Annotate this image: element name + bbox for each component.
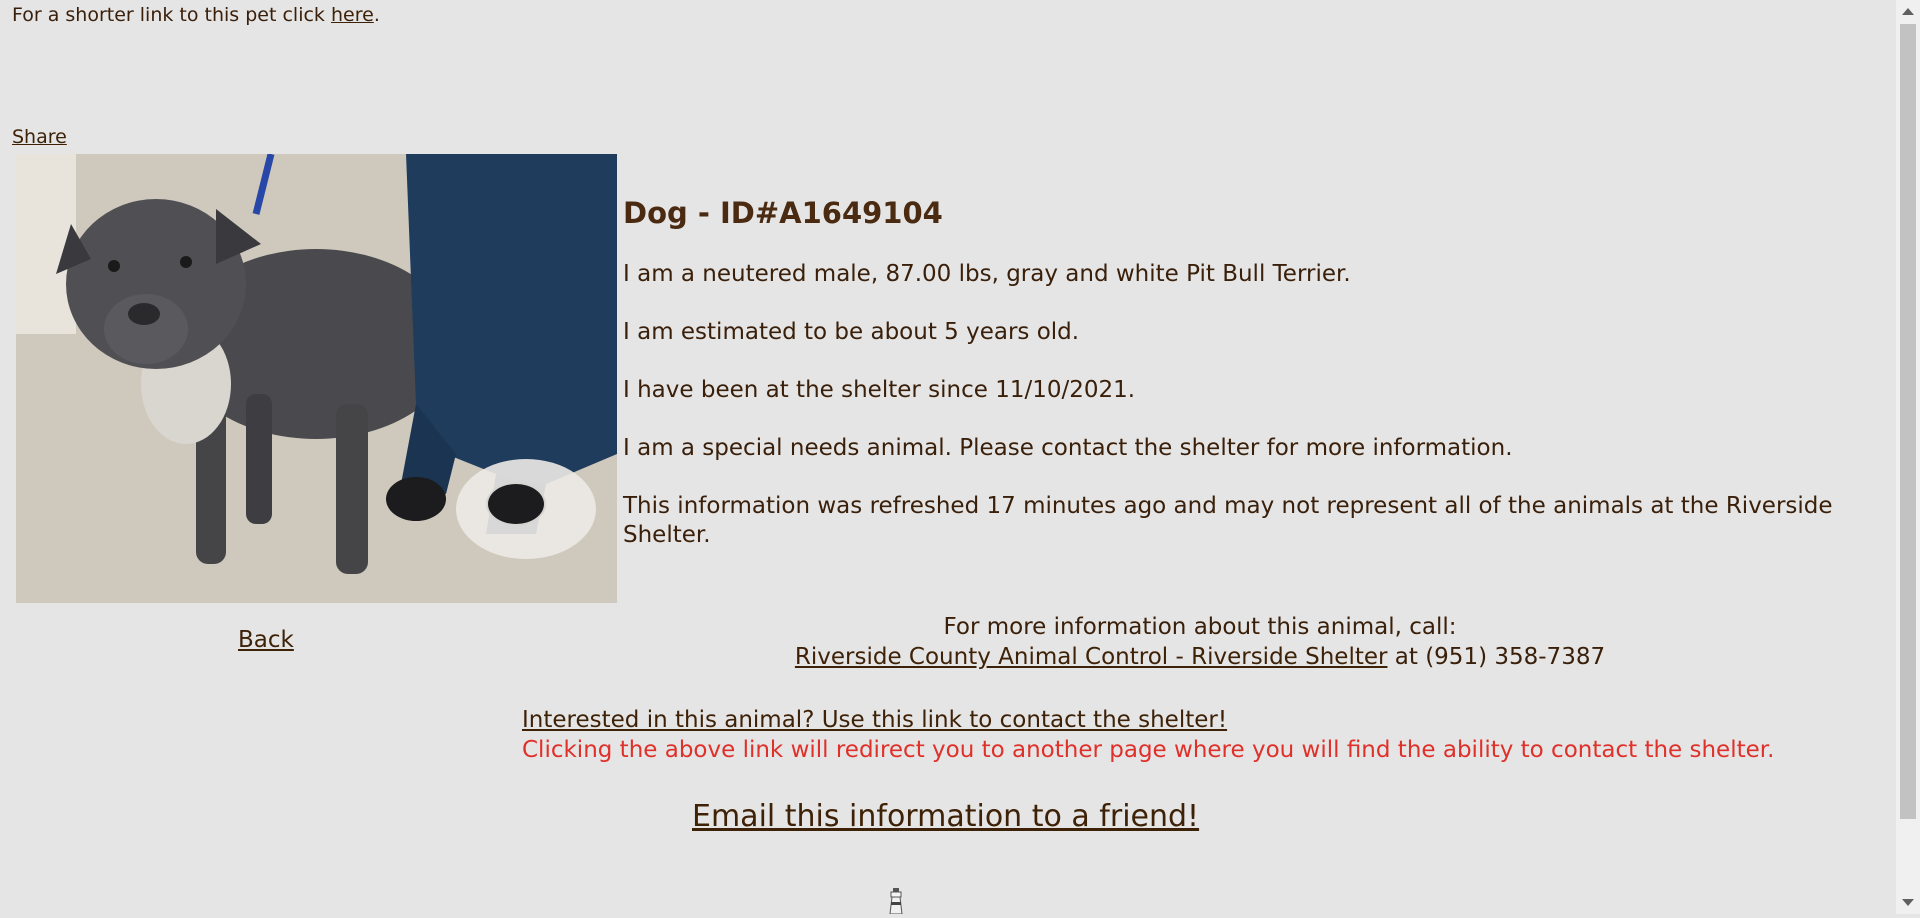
- shelter-line: Riverside County Animal Control - Rivers…: [700, 642, 1700, 672]
- lighthouse-icon: [887, 888, 905, 915]
- scroll-up-icon[interactable]: [1902, 8, 1914, 15]
- pet-since: I have been at the shelter since 11/10/2…: [623, 377, 1136, 403]
- short-link-line: For a shorter link to this pet click her…: [12, 4, 380, 26]
- short-link-prefix: For a shorter link to this pet click: [12, 4, 331, 26]
- short-link-suffix: .: [373, 4, 380, 26]
- call-intro: For more information about this animal, …: [943, 614, 1457, 640]
- call-info: For more information about this animal, …: [700, 612, 1700, 672]
- vertical-scrollbar[interactable]: [1896, 0, 1920, 914]
- back-link[interactable]: Back: [238, 627, 294, 653]
- redirect-note: Clicking the above link will redirect yo…: [522, 737, 1775, 763]
- share-link[interactable]: Share: [12, 126, 67, 148]
- pet-details: Dog - ID#A1649104 I am a neutered male, …: [623, 196, 1853, 579]
- phone-number: at (951) 358-7387: [1387, 644, 1606, 670]
- pet-special-needs: I am a special needs animal. Please cont…: [623, 435, 1513, 461]
- contact-shelter-link[interactable]: Interested in this animal? Use this link…: [522, 707, 1227, 733]
- email-friend-link[interactable]: Email this information to a friend!: [692, 799, 1199, 834]
- pet-title: Dog - ID#A1649104: [623, 196, 943, 230]
- pet-description: I am a neutered male, 87.00 lbs, gray an…: [623, 261, 1351, 287]
- refresh-note: This information was refreshed 17 minute…: [623, 493, 1833, 548]
- short-link-here[interactable]: here: [331, 4, 374, 26]
- scroll-down-icon[interactable]: [1902, 899, 1914, 906]
- pet-age: I am estimated to be about 5 years old.: [623, 319, 1080, 345]
- interest-block: Interested in this animal? Use this link…: [522, 705, 1774, 765]
- shelter-link[interactable]: Riverside County Animal Control - Rivers…: [795, 644, 1388, 670]
- scroll-thumb[interactable]: [1900, 24, 1916, 819]
- pet-photo: [16, 154, 617, 603]
